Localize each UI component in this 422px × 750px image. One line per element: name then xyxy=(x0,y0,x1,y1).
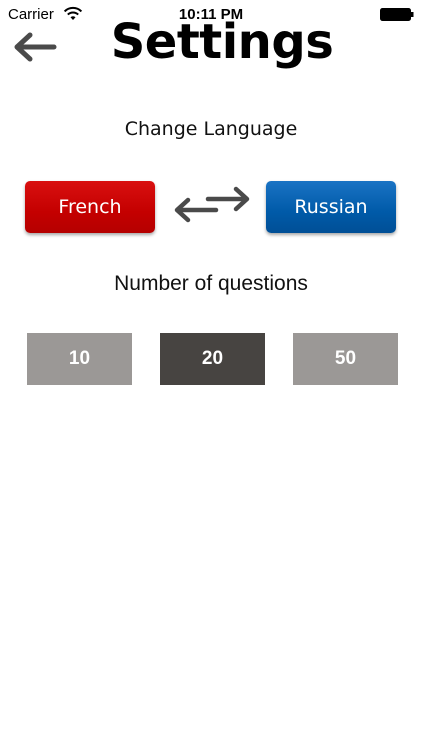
change-language-title: Change Language xyxy=(124,118,298,140)
number-of-questions-title: Number of questions xyxy=(114,272,308,295)
swap-arrows-icon[interactable] xyxy=(172,186,252,224)
target-language-button[interactable]: Russian xyxy=(266,181,396,233)
source-language-button[interactable]: French xyxy=(25,181,155,233)
questions-20-button[interactable]: 20 xyxy=(160,333,265,385)
questions-10-button[interactable]: 10 xyxy=(27,333,132,385)
questions-50-button[interactable]: 50 xyxy=(293,333,398,385)
page-title: Settings xyxy=(110,14,334,70)
